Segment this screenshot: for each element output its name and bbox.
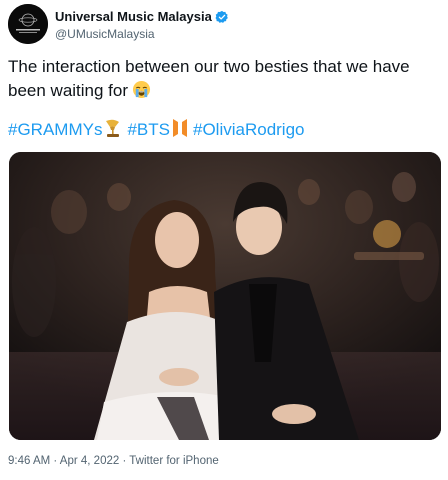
tweet-card: Universal Music Malaysia @UMusicMalaysia…	[0, 0, 448, 480]
author-names: Universal Music Malaysia @UMusicMalaysia	[55, 8, 229, 41]
tweet-photo[interactable]	[9, 152, 441, 440]
bts-logo-icon	[172, 118, 188, 145]
avatar[interactable]	[8, 4, 48, 44]
universal-music-logo-icon	[8, 4, 48, 44]
verified-badge-icon	[215, 10, 229, 24]
loudly-crying-face-icon	[132, 80, 151, 106]
handle[interactable]: @UMusicMalaysia	[55, 27, 229, 41]
tweet-date[interactable]: Apr 4, 2022	[60, 455, 119, 467]
display-name[interactable]: Universal Music Malaysia	[55, 9, 212, 24]
tweet-text: The interaction between our two besties …	[8, 55, 440, 106]
tweet-source[interactable]: Twitter for iPhone	[129, 455, 218, 467]
tweet-body-text: The interaction between our two besties …	[8, 57, 410, 100]
hashtag-row: #GRAMMYs #BTS #OliviaRodrigo	[8, 118, 305, 145]
grammy-gramophone-icon	[104, 118, 122, 145]
meta-separator: ·	[119, 455, 130, 467]
photo-two-people-seated-icon	[9, 152, 441, 440]
hashtag-bts[interactable]: #BTS	[127, 120, 170, 139]
hashtag-grammys[interactable]: #GRAMMYs	[8, 120, 102, 139]
tweet-meta: 9:46 AM · Apr 4, 2022 · Twitter for iPho…	[8, 455, 219, 467]
tweet-header: Universal Music Malaysia @UMusicMalaysia	[8, 4, 438, 46]
hashtag-oliviarodrigo[interactable]: #OliviaRodrigo	[193, 120, 305, 139]
meta-separator: ·	[50, 455, 60, 467]
tweet-time[interactable]: 9:46 AM	[8, 455, 50, 467]
